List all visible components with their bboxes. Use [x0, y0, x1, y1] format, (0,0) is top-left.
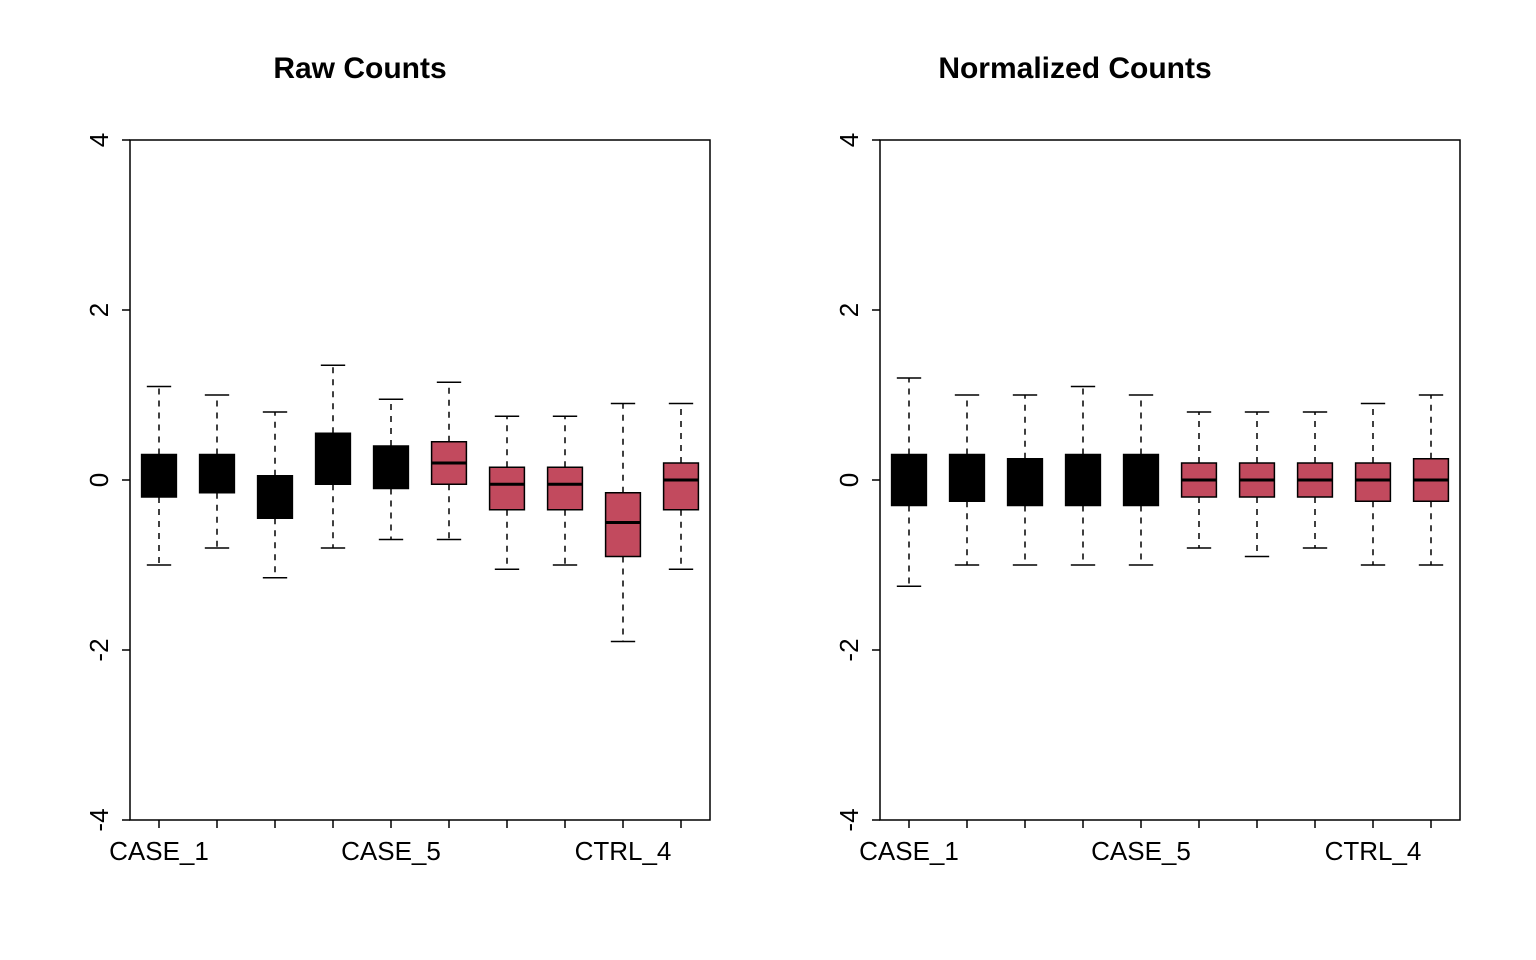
- svg-text:2: 2: [834, 303, 864, 317]
- chart-title-left: Raw Counts: [230, 52, 490, 86]
- svg-text:0: 0: [84, 473, 114, 487]
- boxplot-left: -4 -2 0 2 4 CASE_1 CASE_5 CTRL_4: [10, 100, 750, 930]
- svg-text:CASE_5: CASE_5: [1091, 836, 1191, 866]
- svg-text:CTRL_4: CTRL_4: [575, 836, 672, 866]
- svg-text:0: 0: [834, 473, 864, 487]
- svg-text:2: 2: [84, 303, 114, 317]
- svg-text:4: 4: [834, 133, 864, 147]
- chart-canvas: Raw Counts Normalized Counts -4 -2 0 2 4 CASE…: [0, 0, 1536, 960]
- svg-text:-2: -2: [84, 638, 114, 661]
- svg-text:-2: -2: [834, 638, 864, 661]
- svg-text:-4: -4: [84, 808, 114, 831]
- svg-text:CASE_5: CASE_5: [341, 836, 441, 866]
- svg-text:CASE_1: CASE_1: [109, 836, 209, 866]
- boxplot-right: -4 -2 0 2 4 CASE_1 CASE_5 CTRL_4: [760, 100, 1500, 930]
- svg-text:4: 4: [84, 133, 114, 147]
- svg-text:CASE_1: CASE_1: [859, 836, 959, 866]
- chart-title-right: Normalized Counts: [895, 52, 1255, 86]
- svg-text:CTRL_4: CTRL_4: [1325, 836, 1422, 866]
- svg-text:-4: -4: [834, 808, 864, 831]
